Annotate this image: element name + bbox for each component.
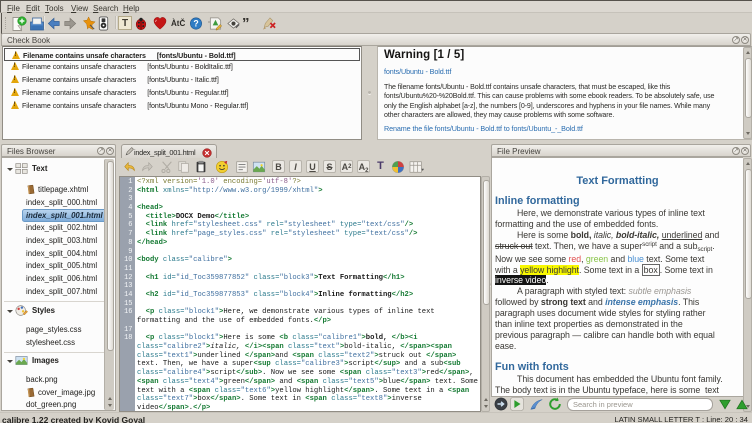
- svg-text:?: ?: [193, 19, 198, 29]
